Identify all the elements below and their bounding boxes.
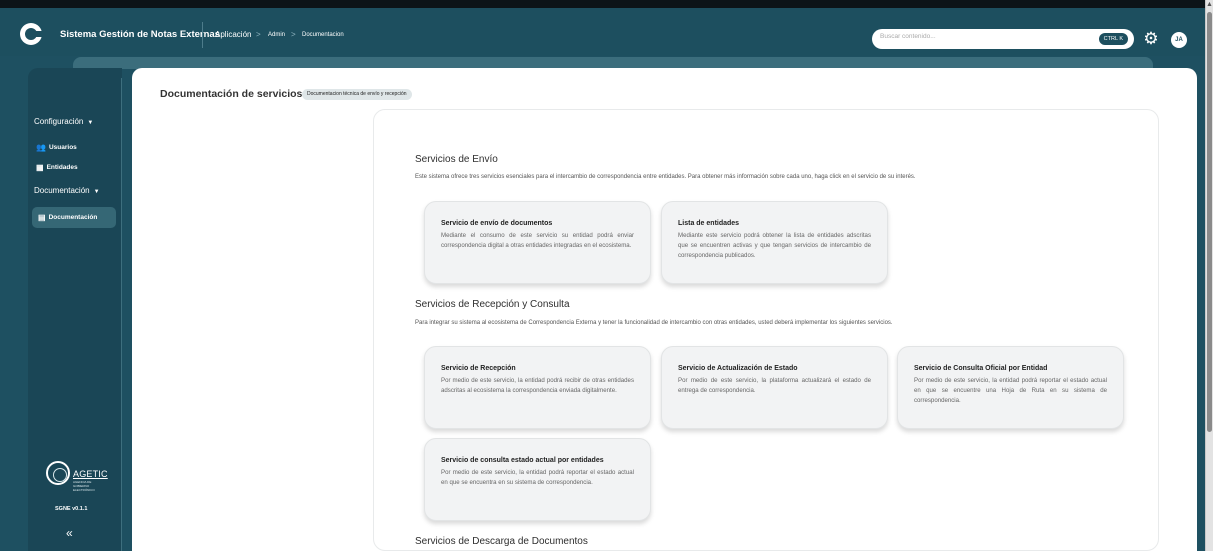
users-icon: 👥 — [36, 143, 46, 152]
settings-gear-icon[interactable]: ⚙ — [1141, 29, 1161, 49]
service-card-description: Por medio de este servicio, la entidad p… — [914, 377, 1107, 404]
service-card-title: Servicio de envío de documentos — [441, 220, 553, 227]
section-heading-envio: Servicios de Envío — [415, 154, 498, 165]
breadcrumb-separator-icon: > — [291, 30, 296, 39]
sidebar-item-label: Entidades — [46, 164, 78, 171]
agetic-emblem-icon — [46, 461, 70, 485]
service-card-title: Servicio de consulta estado actual por e… — [441, 457, 604, 464]
breadcrumb-documentacion: Documentacion — [302, 32, 344, 38]
service-card-title: Servicio de Consulta Oficial por Entidad — [914, 365, 1048, 372]
page-subtitle-badge: Documentacion técnica de envío y recepci… — [302, 89, 412, 100]
app-logo-icon[interactable] — [20, 23, 42, 45]
scroll-up-arrow-icon[interactable]: ▲ — [1206, 1, 1213, 9]
sidebar-item-label: Usuarios — [48, 144, 77, 151]
service-card-description: Por medio de este servicio, la plataform… — [678, 377, 871, 394]
sidebar-item-entidades[interactable]: ▦ Entidades — [36, 163, 78, 172]
section-heading-descarga: Servicios de Descarga de Documentos — [415, 536, 588, 547]
service-card-title: Servicio de Actualización de Estado — [678, 365, 798, 372]
agetic-brand: AGETIC — [73, 469, 108, 479]
service-card-description: Por medio de este servicio, la entidad p… — [441, 469, 634, 486]
sidebar-divider — [121, 78, 122, 551]
search-box[interactable]: CTRL K — [872, 29, 1134, 49]
service-card-consulta-estado-actual[interactable]: Servicio de consulta estado actual por e… — [424, 438, 651, 521]
user-avatar[interactable]: JA — [1171, 32, 1187, 48]
page-title: Documentación de servicios | — [160, 88, 309, 100]
chevron-down-icon: ▼ — [93, 189, 100, 195]
scrollbar-thumb[interactable] — [1207, 12, 1212, 432]
search-shortcut-badge: CTRL K — [1098, 33, 1128, 45]
search-input[interactable] — [880, 33, 1070, 40]
sidebar-section-label: Documentación — [34, 186, 90, 195]
service-card-description: Mediante el consumo de este servicio su … — [441, 232, 634, 249]
service-card-consulta-oficial[interactable]: Servicio de Consulta Oficial por Entidad… — [897, 346, 1124, 429]
service-card-title: Lista de entidades — [678, 220, 740, 227]
agetic-logo: AGETIC AGENCIA DE GOBIERNO ELECTRÓNICO — [46, 461, 108, 492]
header-divider — [202, 22, 203, 48]
sidebar-section-documentacion[interactable]: Documentación ▼ — [34, 186, 100, 195]
service-card-description: Por medio de este servicio, la entidad p… — [441, 377, 634, 394]
service-card-description: Mediante este servicio podrá obtener la … — [678, 232, 871, 259]
vertical-scrollbar[interactable]: ▲ — [1205, 0, 1213, 551]
breadcrumb-admin[interactable]: Admin — [268, 32, 285, 38]
version-label: SGNE v0.1.1 — [55, 506, 88, 512]
section-description-envio: Este sistema ofrece tres servicios esenc… — [415, 174, 916, 180]
sidebar-section-label: Configuración — [34, 117, 84, 126]
building-icon: ▦ — [36, 163, 44, 172]
section-description-recepcion: Para integrar su sistema al ecosistema d… — [415, 320, 893, 326]
breadcrumb-separator-icon: > — [256, 30, 261, 39]
service-card-actualizacion-estado[interactable]: Servicio de Actualización de Estado Por … — [661, 346, 888, 429]
service-card-title: Servicio de Recepción — [441, 365, 516, 372]
section-heading-recepcion: Servicios de Recepción y Consulta — [415, 299, 570, 310]
service-card-recepcion[interactable]: Servicio de Recepción Por medio de este … — [424, 346, 651, 429]
breadcrumb-aplicacion[interactable]: Aplicación — [215, 30, 251, 39]
sidebar-section-configuracion[interactable]: Configuración ▼ — [34, 117, 93, 126]
service-card-lista-entidades[interactable]: Lista de entidades Mediante este servici… — [661, 201, 888, 284]
top-bar: Sistema Gestión de Notas Externas Aplica… — [0, 0, 1205, 56]
sidebar-item-usuarios[interactable]: 👥 Usuarios — [36, 143, 77, 152]
collapse-sidebar-icon[interactable]: « — [66, 526, 73, 540]
service-card-envio-documentos[interactable]: Servicio de envío de documentos Mediante… — [424, 201, 651, 284]
sidebar-item-label: Documentación — [48, 214, 98, 221]
sidebar-item-documentacion[interactable]: ▤ Documentación — [32, 207, 116, 228]
agetic-brand-subtitle: AGENCIA DE GOBIERNO ELECTRÓNICO — [73, 480, 95, 492]
document-icon: ▤ — [38, 213, 46, 222]
chevron-down-icon: ▼ — [87, 120, 94, 126]
app-title[interactable]: Sistema Gestión de Notas Externas — [60, 29, 220, 40]
